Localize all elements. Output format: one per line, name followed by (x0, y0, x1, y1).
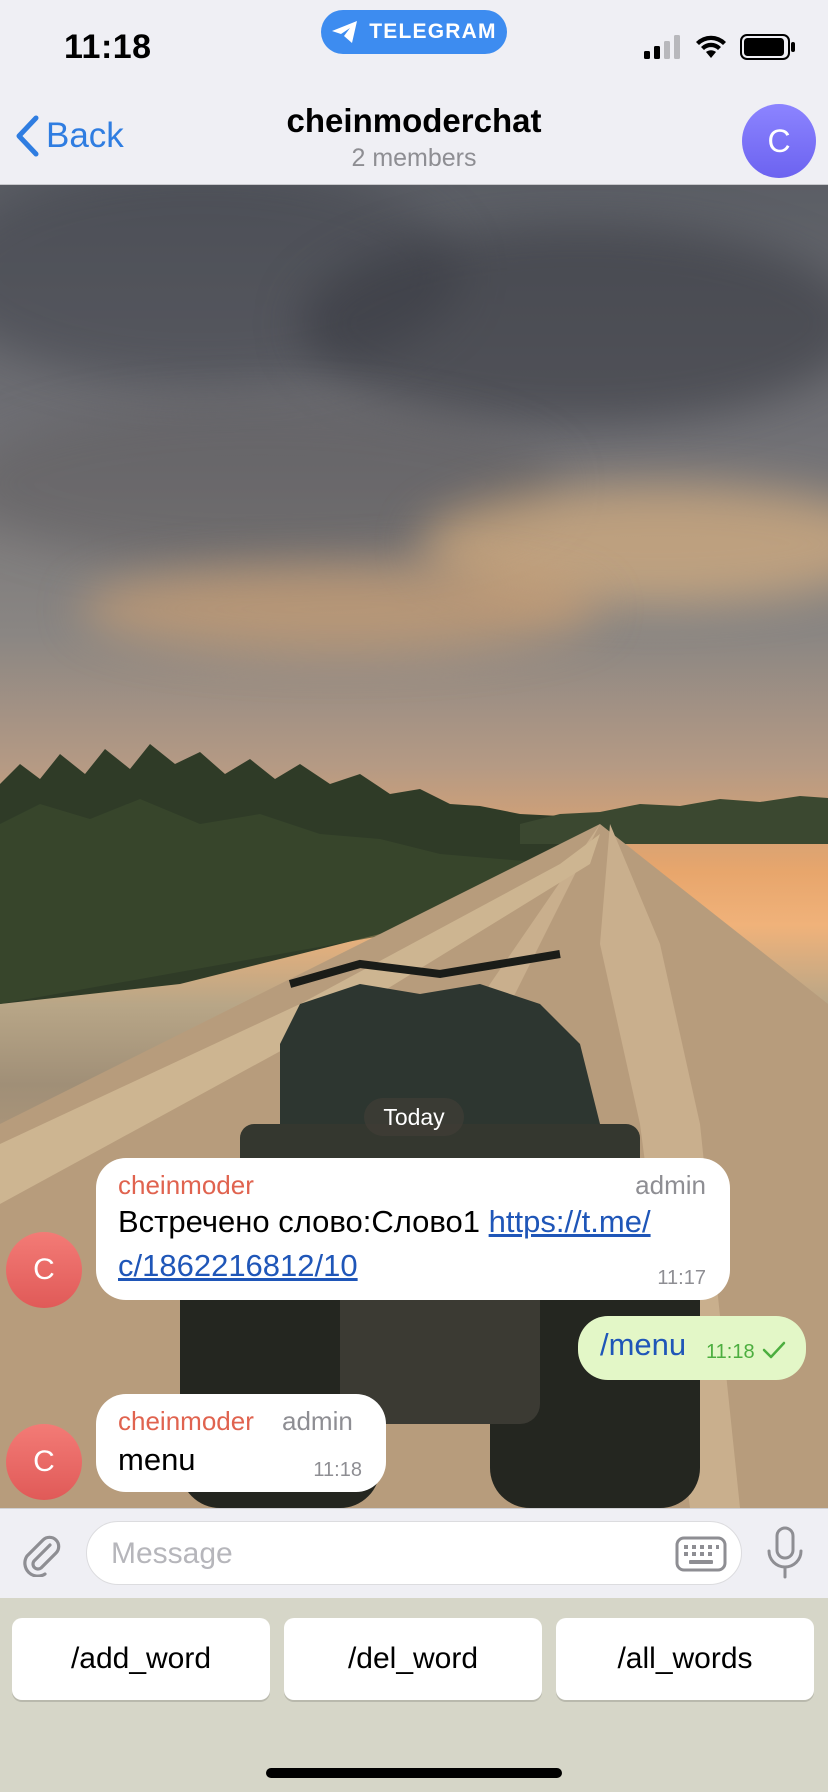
outgoing-message-bubble[interactable]: /menu 11:18 (578, 1316, 806, 1380)
back-button[interactable]: Back (14, 114, 124, 158)
message-text: /menu (600, 1327, 687, 1362)
attach-paperclip-icon[interactable] (18, 1531, 64, 1577)
battery-icon (740, 34, 795, 60)
message-text: menu (118, 1442, 196, 1477)
bot-keyboard-icon[interactable] (675, 1536, 727, 1572)
del-word-button[interactable]: /del_word (284, 1618, 542, 1700)
telegram-plane-icon (332, 21, 358, 43)
wifi-icon (696, 35, 726, 58)
message-author[interactable]: cheinmoder (118, 1170, 254, 1201)
back-label: Back (46, 116, 124, 155)
message-input-bar (0, 1508, 828, 1599)
message-time: 11:18 (313, 1459, 362, 1481)
telegram-chat-screen: 11:18 TELEGRAM Back cheinmoderchat 2 mem… (0, 0, 828, 1792)
chat-members-count: 2 members (351, 144, 477, 172)
message-text: Встречено слово:Слово1 https://t.me/c/18… (118, 1200, 718, 1288)
system-icons (644, 34, 796, 60)
message-role: admin (635, 1170, 706, 1200)
sender-avatar-letter: C (33, 1445, 55, 1478)
chat-title-block[interactable]: cheinmoderchat 2 members (214, 102, 614, 173)
microphone-icon[interactable] (762, 1525, 808, 1581)
read-check-icon (762, 1341, 786, 1359)
telegram-pill[interactable]: TELEGRAM (321, 10, 507, 54)
message-time: 11:18 (706, 1341, 755, 1363)
message-author[interactable]: cheinmoder (118, 1406, 254, 1437)
all-words-button[interactable]: /all_words (556, 1618, 814, 1700)
chat-avatar-letter: C (767, 122, 791, 159)
message-bubble[interactable]: cheinmoder admin menu 11:18 (96, 1394, 386, 1492)
telegram-pill-label: TELEGRAM (369, 20, 497, 43)
sender-avatar[interactable]: C (6, 1232, 82, 1308)
message-time: 11:17 (657, 1267, 706, 1289)
message-body: Встречено слово:Слово1 (118, 1204, 489, 1239)
message-input[interactable] (109, 1522, 653, 1586)
chat-title: cheinmoderchat (286, 102, 542, 139)
message-role: admin (282, 1406, 353, 1436)
chat-avatar[interactable]: C (742, 104, 816, 178)
date-separator: Today (364, 1098, 464, 1136)
chat-header: Back cheinmoderchat 2 members C (0, 92, 828, 185)
chat-wallpaper (0, 184, 828, 1508)
status-time: 11:18 (64, 28, 152, 66)
cellular-signal-icon (644, 35, 680, 59)
message-link-line2: c/1862216812/10 (118, 1248, 358, 1283)
message-field[interactable] (86, 1521, 742, 1586)
chevron-left-icon (16, 115, 39, 157)
add-word-button[interactable]: /add_word (12, 1618, 270, 1700)
bot-reply-keyboard: /add_word /del_word /all_words (0, 1598, 828, 1792)
sender-avatar-letter: C (33, 1253, 55, 1286)
message-bubble[interactable]: cheinmoder admin Встречено слово:Слово1 … (96, 1158, 730, 1300)
sender-avatar[interactable]: C (6, 1424, 82, 1500)
home-indicator[interactable] (266, 1768, 562, 1778)
message-link-line1: https://t.me/ (488, 1204, 651, 1239)
status-bar: 11:18 TELEGRAM (0, 0, 828, 92)
